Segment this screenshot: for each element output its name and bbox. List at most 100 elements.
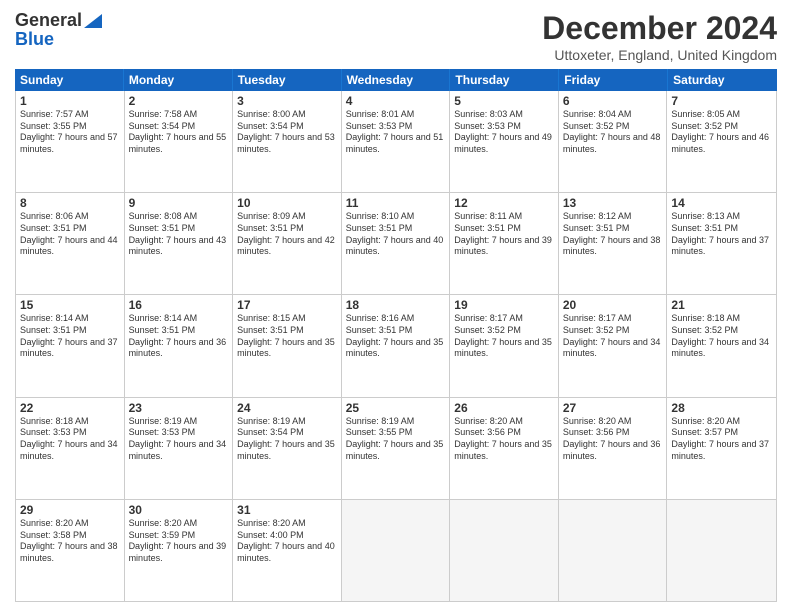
- calendar-day-17: 17 Sunrise: 8:15 AMSunset: 3:51 PMDaylig…: [233, 295, 342, 396]
- calendar-day-15: 15 Sunrise: 8:14 AMSunset: 3:51 PMDaylig…: [16, 295, 125, 396]
- title-section: December 2024 Uttoxeter, England, United…: [542, 10, 777, 63]
- calendar-day-30: 30 Sunrise: 8:20 AMSunset: 3:59 PMDaylig…: [125, 500, 234, 601]
- calendar-week-2: 8 Sunrise: 8:06 AMSunset: 3:51 PMDayligh…: [16, 193, 776, 295]
- calendar-day-3: 3 Sunrise: 8:00 AMSunset: 3:54 PMDayligh…: [233, 91, 342, 192]
- day-content: Sunrise: 8:01 AMSunset: 3:53 PMDaylight:…: [346, 109, 444, 154]
- header-day-sunday: Sunday: [15, 69, 124, 91]
- day-number: 18: [346, 298, 446, 312]
- day-number: 26: [454, 401, 554, 415]
- calendar-day-21: 21 Sunrise: 8:18 AMSunset: 3:52 PMDaylig…: [667, 295, 776, 396]
- day-number: 8: [20, 196, 120, 210]
- calendar-day-18: 18 Sunrise: 8:16 AMSunset: 3:51 PMDaylig…: [342, 295, 451, 396]
- day-content: Sunrise: 8:20 AMSunset: 3:56 PMDaylight:…: [454, 416, 552, 461]
- header-day-friday: Friday: [559, 69, 668, 91]
- day-content: Sunrise: 8:16 AMSunset: 3:51 PMDaylight:…: [346, 313, 444, 358]
- day-number: 29: [20, 503, 120, 517]
- day-number: 22: [20, 401, 120, 415]
- calendar-day-24: 24 Sunrise: 8:19 AMSunset: 3:54 PMDaylig…: [233, 398, 342, 499]
- day-number: 10: [237, 196, 337, 210]
- day-number: 20: [563, 298, 663, 312]
- day-content: Sunrise: 7:57 AMSunset: 3:55 PMDaylight:…: [20, 109, 118, 154]
- calendar-empty-cell: [450, 500, 559, 601]
- day-number: 1: [20, 94, 120, 108]
- day-content: Sunrise: 8:14 AMSunset: 3:51 PMDaylight:…: [129, 313, 227, 358]
- day-content: Sunrise: 8:15 AMSunset: 3:51 PMDaylight:…: [237, 313, 335, 358]
- header-day-saturday: Saturday: [668, 69, 777, 91]
- calendar-day-4: 4 Sunrise: 8:01 AMSunset: 3:53 PMDayligh…: [342, 91, 451, 192]
- calendar-day-8: 8 Sunrise: 8:06 AMSunset: 3:51 PMDayligh…: [16, 193, 125, 294]
- calendar-header: SundayMondayTuesdayWednesdayThursdayFrid…: [15, 69, 777, 91]
- header-day-wednesday: Wednesday: [342, 69, 451, 91]
- calendar-day-13: 13 Sunrise: 8:12 AMSunset: 3:51 PMDaylig…: [559, 193, 668, 294]
- day-number: 16: [129, 298, 229, 312]
- day-number: 17: [237, 298, 337, 312]
- calendar-day-25: 25 Sunrise: 8:19 AMSunset: 3:55 PMDaylig…: [342, 398, 451, 499]
- header-day-tuesday: Tuesday: [233, 69, 342, 91]
- day-content: Sunrise: 8:10 AMSunset: 3:51 PMDaylight:…: [346, 211, 444, 256]
- day-content: Sunrise: 8:18 AMSunset: 3:52 PMDaylight:…: [671, 313, 769, 358]
- calendar-day-6: 6 Sunrise: 8:04 AMSunset: 3:52 PMDayligh…: [559, 91, 668, 192]
- header-day-thursday: Thursday: [450, 69, 559, 91]
- day-content: Sunrise: 8:20 AMSunset: 3:57 PMDaylight:…: [671, 416, 769, 461]
- day-content: Sunrise: 8:09 AMSunset: 3:51 PMDaylight:…: [237, 211, 335, 256]
- day-content: Sunrise: 8:12 AMSunset: 3:51 PMDaylight:…: [563, 211, 661, 256]
- calendar-body: 1 Sunrise: 7:57 AMSunset: 3:55 PMDayligh…: [15, 91, 777, 602]
- day-content: Sunrise: 8:19 AMSunset: 3:54 PMDaylight:…: [237, 416, 335, 461]
- day-content: Sunrise: 8:04 AMSunset: 3:52 PMDaylight:…: [563, 109, 661, 154]
- calendar-week-5: 29 Sunrise: 8:20 AMSunset: 3:58 PMDaylig…: [16, 500, 776, 601]
- calendar-week-3: 15 Sunrise: 8:14 AMSunset: 3:51 PMDaylig…: [16, 295, 776, 397]
- day-number: 28: [671, 401, 772, 415]
- day-number: 19: [454, 298, 554, 312]
- calendar: SundayMondayTuesdayWednesdayThursdayFrid…: [15, 69, 777, 602]
- calendar-empty-cell: [342, 500, 451, 601]
- logo-icon: [84, 14, 102, 28]
- day-number: 9: [129, 196, 229, 210]
- logo-blue-text: Blue: [15, 29, 54, 50]
- day-number: 25: [346, 401, 446, 415]
- calendar-week-1: 1 Sunrise: 7:57 AMSunset: 3:55 PMDayligh…: [16, 91, 776, 193]
- calendar-day-26: 26 Sunrise: 8:20 AMSunset: 3:56 PMDaylig…: [450, 398, 559, 499]
- calendar-day-20: 20 Sunrise: 8:17 AMSunset: 3:52 PMDaylig…: [559, 295, 668, 396]
- calendar-day-27: 27 Sunrise: 8:20 AMSunset: 3:56 PMDaylig…: [559, 398, 668, 499]
- calendar-week-4: 22 Sunrise: 8:18 AMSunset: 3:53 PMDaylig…: [16, 398, 776, 500]
- calendar-day-5: 5 Sunrise: 8:03 AMSunset: 3:53 PMDayligh…: [450, 91, 559, 192]
- day-content: Sunrise: 8:05 AMSunset: 3:52 PMDaylight:…: [671, 109, 769, 154]
- day-number: 30: [129, 503, 229, 517]
- calendar-day-16: 16 Sunrise: 8:14 AMSunset: 3:51 PMDaylig…: [125, 295, 234, 396]
- header-day-monday: Monday: [124, 69, 233, 91]
- day-content: Sunrise: 8:17 AMSunset: 3:52 PMDaylight:…: [563, 313, 661, 358]
- day-number: 2: [129, 94, 229, 108]
- calendar-day-7: 7 Sunrise: 8:05 AMSunset: 3:52 PMDayligh…: [667, 91, 776, 192]
- day-number: 13: [563, 196, 663, 210]
- day-content: Sunrise: 8:08 AMSunset: 3:51 PMDaylight:…: [129, 211, 227, 256]
- day-content: Sunrise: 7:58 AMSunset: 3:54 PMDaylight:…: [129, 109, 227, 154]
- calendar-day-29: 29 Sunrise: 8:20 AMSunset: 3:58 PMDaylig…: [16, 500, 125, 601]
- day-content: Sunrise: 8:13 AMSunset: 3:51 PMDaylight:…: [671, 211, 769, 256]
- calendar-day-19: 19 Sunrise: 8:17 AMSunset: 3:52 PMDaylig…: [450, 295, 559, 396]
- header: General Blue December 2024 Uttoxeter, En…: [15, 10, 777, 63]
- day-number: 23: [129, 401, 229, 415]
- calendar-day-9: 9 Sunrise: 8:08 AMSunset: 3:51 PMDayligh…: [125, 193, 234, 294]
- day-number: 27: [563, 401, 663, 415]
- day-number: 4: [346, 94, 446, 108]
- calendar-day-22: 22 Sunrise: 8:18 AMSunset: 3:53 PMDaylig…: [16, 398, 125, 499]
- day-number: 12: [454, 196, 554, 210]
- day-number: 15: [20, 298, 120, 312]
- day-content: Sunrise: 8:14 AMSunset: 3:51 PMDaylight:…: [20, 313, 118, 358]
- calendar-day-10: 10 Sunrise: 8:09 AMSunset: 3:51 PMDaylig…: [233, 193, 342, 294]
- day-number: 31: [237, 503, 337, 517]
- day-number: 21: [671, 298, 772, 312]
- logo: General Blue: [15, 10, 102, 50]
- calendar-day-23: 23 Sunrise: 8:19 AMSunset: 3:53 PMDaylig…: [125, 398, 234, 499]
- month-title: December 2024: [542, 10, 777, 47]
- calendar-day-28: 28 Sunrise: 8:20 AMSunset: 3:57 PMDaylig…: [667, 398, 776, 499]
- day-number: 7: [671, 94, 772, 108]
- page: General Blue December 2024 Uttoxeter, En…: [0, 0, 792, 612]
- calendar-day-1: 1 Sunrise: 7:57 AMSunset: 3:55 PMDayligh…: [16, 91, 125, 192]
- day-content: Sunrise: 8:00 AMSunset: 3:54 PMDaylight:…: [237, 109, 335, 154]
- day-number: 24: [237, 401, 337, 415]
- calendar-empty-cell: [559, 500, 668, 601]
- calendar-day-2: 2 Sunrise: 7:58 AMSunset: 3:54 PMDayligh…: [125, 91, 234, 192]
- day-content: Sunrise: 8:17 AMSunset: 3:52 PMDaylight:…: [454, 313, 552, 358]
- day-content: Sunrise: 8:18 AMSunset: 3:53 PMDaylight:…: [20, 416, 118, 461]
